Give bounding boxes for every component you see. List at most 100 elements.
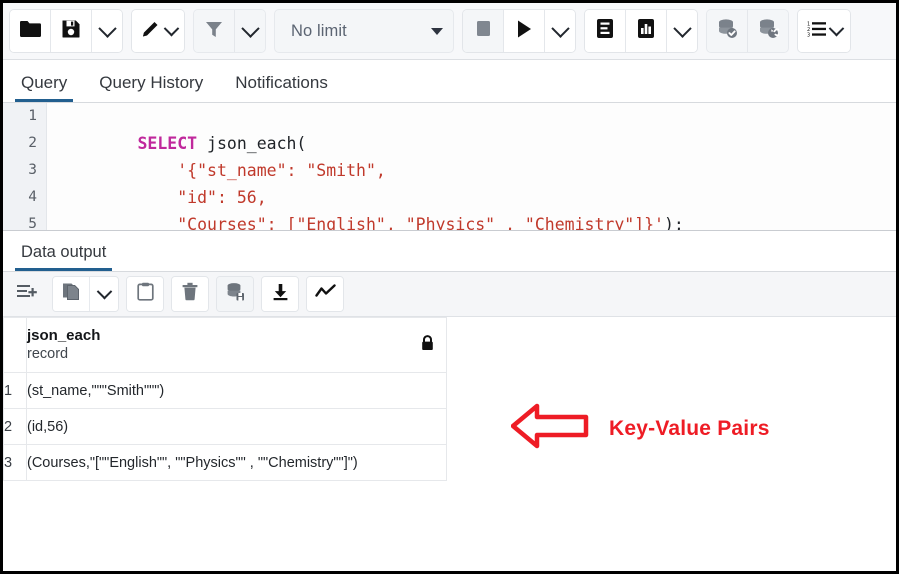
column-type: record <box>27 345 446 363</box>
sql-token: "Courses": ["English", "Physics" , "Chem… <box>177 215 664 231</box>
line-number: 5 <box>3 211 46 231</box>
paste-button[interactable] <box>127 277 163 311</box>
sql-token: "id": 56, <box>177 188 266 207</box>
chevron-down-icon <box>828 20 844 36</box>
chevron-down-icon <box>163 20 179 36</box>
copy-options-button[interactable] <box>90 277 118 311</box>
line-number: 1 <box>3 103 46 130</box>
commit-database-check-icon <box>716 18 738 44</box>
annotation-key-value-pairs: Key-Value Pairs <box>511 401 770 456</box>
transaction-button-group <box>706 9 789 53</box>
chevron-down-icon <box>241 19 259 37</box>
copy-group <box>52 276 119 312</box>
sql-token <box>137 161 177 180</box>
delete-group <box>171 276 209 312</box>
tab-query[interactable]: Query <box>7 69 81 102</box>
explain-analyze-button[interactable] <box>626 10 667 52</box>
table-row[interactable]: 3 (Courses,"[""English"", ""Physics"" , … <box>4 445 447 481</box>
sql-editor[interactable]: 1 2 3 4 5 SELECT json_each( '{"st_name":… <box>3 103 896 231</box>
rollback-button[interactable] <box>748 10 788 52</box>
tab-notifications[interactable]: Notifications <box>221 69 342 102</box>
pencil-edit-icon <box>140 18 162 45</box>
save-file-icon <box>61 19 81 44</box>
filter-button-group <box>193 9 266 53</box>
explain-analyze-chart-icon <box>636 18 656 44</box>
data-output-toolbar <box>3 272 896 317</box>
filter-button[interactable] <box>194 10 235 52</box>
add-row-button[interactable] <box>9 277 45 311</box>
copy-button[interactable] <box>53 277 90 311</box>
delete-row-button[interactable] <box>172 277 208 311</box>
tab-data-output[interactable]: Data output <box>7 239 120 271</box>
lock-icon <box>421 335 434 355</box>
data-output-grid-wrap: json_each record 1 (st_name,"""Smit <box>3 317 896 481</box>
execute-options-button[interactable] <box>545 10 575 52</box>
chevron-down-icon <box>98 19 116 37</box>
open-file-button[interactable] <box>10 10 51 52</box>
graph-line-icon <box>315 284 336 305</box>
save-file-button[interactable] <box>51 10 92 52</box>
row-value[interactable]: (id,56) <box>27 409 447 445</box>
stop-button[interactable] <box>463 10 504 52</box>
table-row[interactable]: 1 (st_name,"""Smith""") <box>4 373 447 409</box>
tab-query-label: Query <box>21 73 67 92</box>
column-name: json_each <box>27 327 446 345</box>
query-tool-toolbar: No limit <box>3 3 896 60</box>
tab-data-output-label: Data output <box>21 243 106 261</box>
sql-token <box>137 215 177 231</box>
edit-button-group <box>131 9 185 53</box>
save-data-changes-button[interactable] <box>217 277 253 311</box>
left-arrow-callout-icon <box>511 401 589 456</box>
stop-square-icon <box>475 20 492 42</box>
row-limit-select[interactable]: No limit <box>274 9 454 53</box>
column-header-json-each[interactable]: json_each record <box>27 318 447 373</box>
tab-query-history[interactable]: Query History <box>85 69 217 102</box>
macros-button[interactable]: 1 2 3 <box>798 10 850 52</box>
macros-button-group: 1 2 3 <box>797 9 851 53</box>
graph-group <box>306 276 344 312</box>
svg-text:3: 3 <box>807 32 810 37</box>
annotation-label: Key-Value Pairs <box>609 417 770 441</box>
row-number: 2 <box>4 409 27 445</box>
sql-code-area[interactable]: SELECT json_each( '{"st_name": "Smith", … <box>46 103 896 230</box>
save-options-button[interactable] <box>92 10 122 52</box>
row-value[interactable]: (st_name,"""Smith""") <box>27 373 447 409</box>
table-row[interactable]: 2 (id,56) <box>4 409 447 445</box>
numbered-list-icon: 1 2 3 <box>807 20 827 43</box>
explain-button-group <box>584 9 698 53</box>
explain-options-button[interactable] <box>667 10 697 52</box>
play-triangle-icon <box>515 19 534 44</box>
explain-button[interactable] <box>585 10 626 52</box>
sql-token: '{"st_name": "Smith", <box>177 161 386 180</box>
grid-corner-cell <box>4 318 27 373</box>
open-file-icon <box>19 19 42 44</box>
sql-token: json_each( <box>197 134 306 153</box>
grid-header-row: json_each record <box>4 318 447 373</box>
commit-button[interactable] <box>707 10 748 52</box>
add-row-icon <box>17 283 37 305</box>
download-group <box>261 276 299 312</box>
sql-token <box>137 188 177 207</box>
graph-visualiser-button[interactable] <box>307 277 343 311</box>
chevron-down-icon <box>673 19 691 37</box>
filter-funnel-icon <box>204 19 224 44</box>
editor-line-number-gutter: 1 2 3 4 5 <box>3 103 47 230</box>
line-number: 2 <box>3 130 46 157</box>
line-number: 3 <box>3 157 46 184</box>
edit-button[interactable] <box>132 10 184 52</box>
save-data-group <box>216 276 254 312</box>
row-value[interactable]: (Courses,"[""English"", ""Physics"" , ""… <box>27 445 447 481</box>
paste-clipboard-icon <box>137 282 154 306</box>
query-tool-tabs: Query Query History Notifications <box>3 60 896 103</box>
execute-button[interactable] <box>504 10 545 52</box>
rollback-database-revert-icon <box>757 18 779 44</box>
output-tabs: Data output <box>3 231 896 272</box>
filter-options-button[interactable] <box>235 10 265 52</box>
row-number: 1 <box>4 373 27 409</box>
add-row-group <box>9 277 45 311</box>
download-csv-button[interactable] <box>262 277 298 311</box>
line-number: 4 <box>3 184 46 211</box>
download-arrow-icon <box>272 283 289 306</box>
tab-query-history-label: Query History <box>99 73 203 92</box>
caret-down-icon <box>431 28 443 35</box>
